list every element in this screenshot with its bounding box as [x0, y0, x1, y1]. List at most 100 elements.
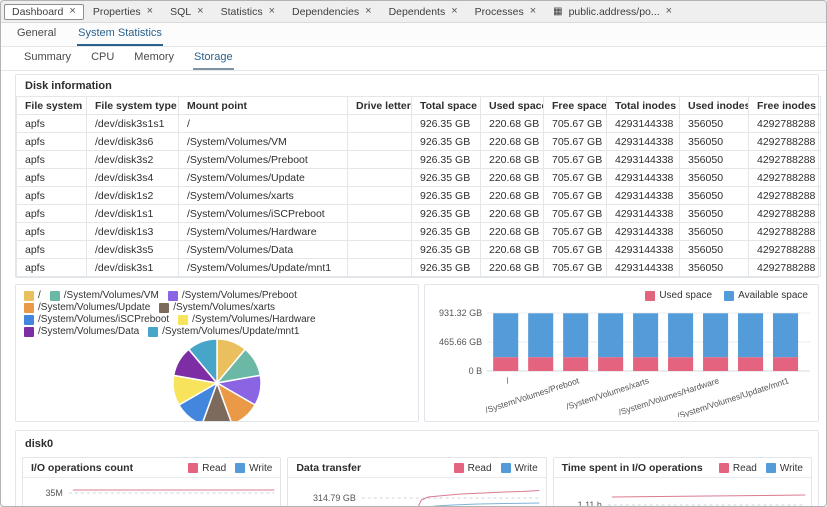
table-cell: 4292788288 [749, 133, 821, 151]
close-icon[interactable]: × [530, 6, 536, 17]
column-header-used-space: Used space [481, 97, 544, 115]
table-row: apfs/dev/disk1s1/System/Volumes/iSCPrebo… [17, 205, 821, 223]
table-cell: 705.67 GB [544, 169, 607, 187]
table-cell: 4292788288 [749, 205, 821, 223]
table-cell: 4293144338 [607, 133, 680, 151]
bar-available-space[interactable] [738, 313, 763, 357]
legend-label: /System/Volumes/xarts [173, 302, 275, 313]
table-cell: 4293144338 [607, 151, 680, 169]
table-cell: /dev/disk1s2 [87, 187, 179, 205]
system-statistics-tab-bar: Summary CPU Memory Storage [1, 47, 826, 71]
table-cell [348, 223, 412, 241]
legend-item: /System/Volumes/Update [24, 302, 150, 313]
bar-used-space[interactable] [493, 357, 518, 371]
legend-label: Read [202, 463, 226, 474]
bar-available-space[interactable] [633, 313, 658, 357]
column-header-used-inodes: Used inodes [680, 97, 749, 115]
close-icon[interactable]: × [451, 6, 457, 17]
legend-item: Read [188, 463, 226, 474]
close-icon[interactable]: × [269, 6, 275, 17]
legend-swatch [159, 303, 169, 313]
tab-properties[interactable]: Properties× [85, 4, 161, 20]
dashboard-tab-bar: General System Statistics [1, 23, 826, 47]
panel-legend: ReadWrite [719, 463, 803, 474]
close-icon[interactable]: × [69, 6, 75, 17]
legend-item: /System/Volumes/Hardware [178, 314, 315, 325]
legend-label: / [38, 290, 41, 301]
legend-item: Available space [724, 290, 808, 301]
legend-item: / [24, 290, 41, 301]
legend-label: Write [249, 463, 272, 474]
table-cell: / [179, 115, 348, 133]
bar-available-space[interactable] [493, 313, 518, 357]
table-cell: 4292788288 [749, 115, 821, 133]
panel-title: Time spent in I/O operations [562, 462, 703, 474]
table-cell: 4293144338 [607, 187, 680, 205]
table-cell: /dev/disk3s1s1 [87, 115, 179, 133]
close-icon[interactable]: × [147, 6, 153, 17]
legend-label: /System/Volumes/Update [38, 302, 150, 313]
bar-used-space[interactable] [738, 357, 763, 371]
legend-swatch [645, 291, 655, 301]
table-cell: apfs [17, 223, 87, 241]
bar-used-space[interactable] [633, 357, 658, 371]
table-cell: apfs [17, 187, 87, 205]
tab-cpu[interactable]: CPU [90, 48, 115, 70]
table-cell: apfs [17, 259, 87, 277]
legend-item: /System/Volumes/xarts [159, 302, 275, 313]
bar-available-space[interactable] [563, 313, 588, 357]
legend-item: /System/Volumes/VM [50, 290, 159, 301]
write-series-line [413, 503, 540, 507]
tab-system-statistics[interactable]: System Statistics [77, 24, 163, 46]
time-spent-in-i-o-operations-chart: 1.11 h [554, 478, 811, 507]
tab-dependencies[interactable]: Dependencies × [284, 4, 380, 20]
tab-memory[interactable]: Memory [133, 48, 175, 70]
tab-storage[interactable]: Storage [193, 48, 234, 70]
table-cell: 220.68 GB [481, 223, 544, 241]
legend-item: Write [501, 463, 538, 474]
bar-available-space[interactable] [528, 313, 553, 357]
y-axis-tick-label: 931.32 GB [439, 308, 482, 318]
bar-used-space[interactable] [528, 357, 553, 371]
bar-available-space[interactable] [773, 313, 798, 357]
close-icon[interactable]: × [666, 6, 672, 17]
tab-label: public.address/po... [569, 6, 660, 18]
close-icon[interactable]: × [365, 6, 371, 17]
disk-information-section: Disk information File systemFile system … [15, 74, 819, 278]
bar-used-space[interactable] [668, 357, 693, 371]
table-cell: apfs [17, 115, 87, 133]
legend-item: Read [454, 463, 492, 474]
table-cell: /System/Volumes/Update [179, 169, 348, 187]
bar-used-space[interactable] [703, 357, 728, 371]
tab-public-address-po[interactable]: ▦public.address/po...× [545, 4, 680, 20]
x-axis-tick-label: /System/Volumes/Update/mnt1 [676, 375, 790, 417]
tab-statistics[interactable]: Statistics× [213, 4, 283, 20]
charts-row: //System/Volumes/VM/System/Volumes/Prebo… [15, 284, 819, 422]
bar-available-space[interactable] [598, 313, 623, 357]
tab-processes[interactable]: Processes× [467, 4, 544, 20]
legend-swatch [235, 463, 245, 473]
bar-available-space[interactable] [703, 313, 728, 357]
panel-header: Data transferReadWrite [288, 458, 545, 478]
tab-dashboard[interactable]: Dashboard× [4, 4, 84, 20]
tab-sql[interactable]: SQL × [162, 4, 211, 20]
x-axis-tick-label: / [505, 375, 511, 385]
table-cell: 356050 [680, 133, 749, 151]
legend-swatch [719, 463, 729, 473]
table-row: apfs/dev/disk3s6/System/Volumes/VM926.35… [17, 133, 821, 151]
tab-label: SQL [170, 6, 191, 18]
tab-label: Dependencies [292, 6, 359, 18]
tab-dependents[interactable]: Dependents× [381, 4, 466, 20]
bar-used-space[interactable] [598, 357, 623, 371]
bar-used-space[interactable] [773, 357, 798, 371]
table-cell: /dev/disk3s1 [87, 259, 179, 277]
bar-available-space[interactable] [668, 313, 693, 357]
bar-used-space[interactable] [563, 357, 588, 371]
close-icon[interactable]: × [197, 6, 203, 17]
table-cell: 356050 [680, 115, 749, 133]
legend-label: Write [515, 463, 538, 474]
tab-general[interactable]: General [16, 24, 57, 46]
tab-summary[interactable]: Summary [23, 48, 72, 70]
disk-space-bar-chart: 931.32 GB465.66 GB0 B//System/Volumes/Pr… [425, 301, 818, 417]
legend-swatch [454, 463, 464, 473]
